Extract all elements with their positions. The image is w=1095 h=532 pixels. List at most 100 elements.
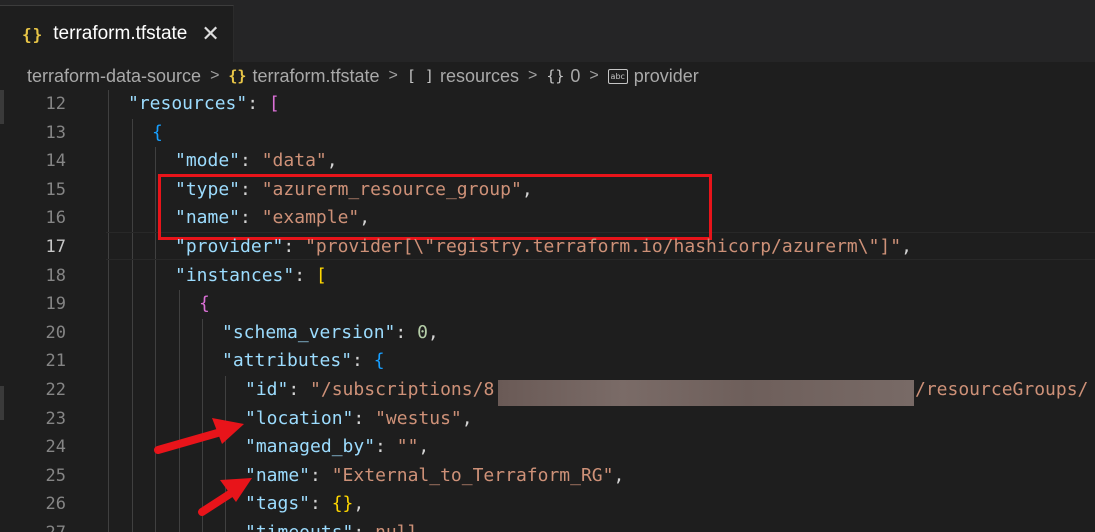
code-token: "/subscriptions/8	[310, 379, 495, 400]
code-token: {	[373, 350, 385, 372]
code-text: "instances": [	[175, 262, 327, 291]
chevron-right-icon: >	[388, 67, 398, 84]
code-token: "type"	[175, 178, 241, 200]
code-line[interactable]: 21 "attributes": {	[0, 347, 1095, 376]
tab-label: terraform.tfstate	[53, 23, 188, 44]
code-token: ,	[326, 150, 338, 172]
chevron-right-icon: >	[210, 67, 220, 84]
object-braces-icon: {}	[546, 67, 565, 85]
code-text: "name": "example",	[175, 204, 370, 233]
code-token: :	[395, 321, 418, 343]
code-token: :	[353, 522, 375, 532]
code-token: :	[310, 464, 332, 486]
close-icon[interactable]: ✕	[201, 21, 219, 47]
code-token: :	[240, 178, 262, 200]
code-text: "type": "azurerm_resource_group",	[175, 176, 533, 205]
line-number: 27	[0, 519, 66, 532]
code-line[interactable]: 25 "name": "External_to_Terraform_RG",	[0, 462, 1095, 491]
code-token: {	[199, 293, 210, 315]
code-token: 0	[417, 321, 428, 343]
code-line[interactable]: 16 "name": "example",	[0, 204, 1095, 233]
code-token: null	[375, 522, 418, 532]
code-line[interactable]: 15 "type": "azurerm_resource_group",	[0, 176, 1095, 205]
code-token: "provider"	[175, 236, 284, 257]
code-line[interactable]: 18 "instances": [	[0, 262, 1095, 291]
code-text: {	[199, 290, 210, 319]
code-text: "provider": "provider[\"registry.terrafo…	[175, 233, 912, 262]
code-token: "resources"	[128, 93, 248, 114]
code-token: "managed_by"	[245, 436, 376, 458]
resource-groups-path: /resourceGroups/	[915, 379, 1089, 400]
code-token: "tags"	[245, 493, 311, 515]
code-token: "data"	[261, 150, 327, 172]
code-text: "timeouts": null	[245, 519, 418, 532]
code-line[interactable]: 24 "managed_by": "",	[0, 433, 1095, 462]
line-number: 22	[45, 380, 66, 400]
code-token: :	[283, 236, 306, 257]
code-text: "managed_by": "",	[245, 433, 429, 462]
vscode-window: {} terraform.tfstate ✕ terraform-data-so…	[0, 0, 1095, 532]
code-text: "tags": {},	[245, 490, 364, 519]
code-token: ,	[353, 493, 365, 515]
code-token: "name"	[245, 464, 311, 486]
breadcrumb-resources[interactable]: resources	[440, 66, 519, 87]
code-token: ,	[521, 178, 533, 200]
code-token: "location"	[245, 407, 354, 429]
code-line[interactable]: 23 "location": "westus",	[0, 405, 1095, 434]
line-number: 17	[45, 237, 66, 257]
code-token: [	[268, 93, 280, 114]
code-text: "resources": [	[128, 90, 280, 119]
code-token: "attributes"	[222, 350, 353, 372]
tab-terraform-tfstate[interactable]: {} terraform.tfstate ✕	[0, 5, 234, 62]
code-token: :	[247, 93, 269, 114]
code-token: :	[288, 379, 311, 400]
code-token: "mode"	[175, 150, 241, 172]
tab-bar: {} terraform.tfstate ✕	[0, 0, 1095, 63]
chevron-right-icon: >	[589, 67, 599, 84]
line-number: 26	[45, 494, 66, 515]
code-token: :	[375, 436, 397, 458]
breadcrumb-folder[interactable]: terraform-data-source	[27, 66, 201, 87]
code-token: "name"	[175, 207, 241, 229]
code-token: "example"	[261, 207, 360, 229]
code-text: "mode": "data",	[175, 147, 338, 176]
array-brackets-icon: [ ]	[406, 67, 434, 85]
code-token: "azurerm_resource_group"	[261, 178, 522, 200]
breadcrumb-provider[interactable]: provider	[634, 66, 699, 87]
code-token: "timeouts"	[245, 522, 353, 532]
code-token: :	[294, 264, 316, 286]
breadcrumb: terraform-data-source > {} terraform.tfs…	[0, 62, 1095, 90]
code-token: ,	[613, 464, 625, 486]
code-line[interactable]: 19 {	[0, 290, 1095, 319]
line-number: 25	[45, 465, 66, 486]
code-token: [	[315, 264, 327, 286]
breadcrumb-file[interactable]: terraform.tfstate	[252, 66, 379, 87]
code-token: ,	[418, 436, 430, 458]
line-number: 12	[45, 94, 66, 114]
code-line[interactable]: 14 "mode": "data",	[0, 147, 1095, 176]
code-token: ,	[461, 407, 473, 429]
json-braces-icon: {}	[228, 67, 247, 85]
code-line[interactable]: 12 "resources": [	[0, 90, 1095, 119]
code-line[interactable]: 13 {	[0, 119, 1095, 148]
code-token: "External_to_Terraform_RG"	[331, 464, 614, 486]
line-number: 19	[45, 294, 66, 315]
code-line[interactable]: 27 "timeouts": null	[0, 519, 1095, 532]
code-text: "location": "westus",	[245, 405, 473, 434]
code-token: "instances"	[175, 264, 295, 286]
chevron-right-icon: >	[527, 67, 538, 84]
code-token: ,	[359, 207, 371, 229]
json-braces-icon: {}	[22, 24, 44, 44]
code-token: "schema_version"	[222, 321, 396, 343]
line-number: 24	[45, 437, 66, 458]
code-token: :	[353, 407, 376, 429]
code-line[interactable]: 26 "tags": {},	[0, 490, 1095, 519]
breadcrumb-index-0[interactable]: 0	[570, 66, 580, 87]
code-line[interactable]: 20 "schema_version": 0,	[0, 319, 1095, 348]
code-token: ""	[396, 436, 419, 458]
code-token: :	[352, 350, 374, 372]
code-line[interactable]: 17 "provider": "provider[\"registry.terra…	[0, 233, 1095, 262]
code-token: "id"	[245, 379, 289, 400]
code-editor[interactable]: 12 "resources": [13{14 "mode": "data", 15 "t…	[0, 90, 1095, 532]
code-token: :	[240, 207, 262, 229]
